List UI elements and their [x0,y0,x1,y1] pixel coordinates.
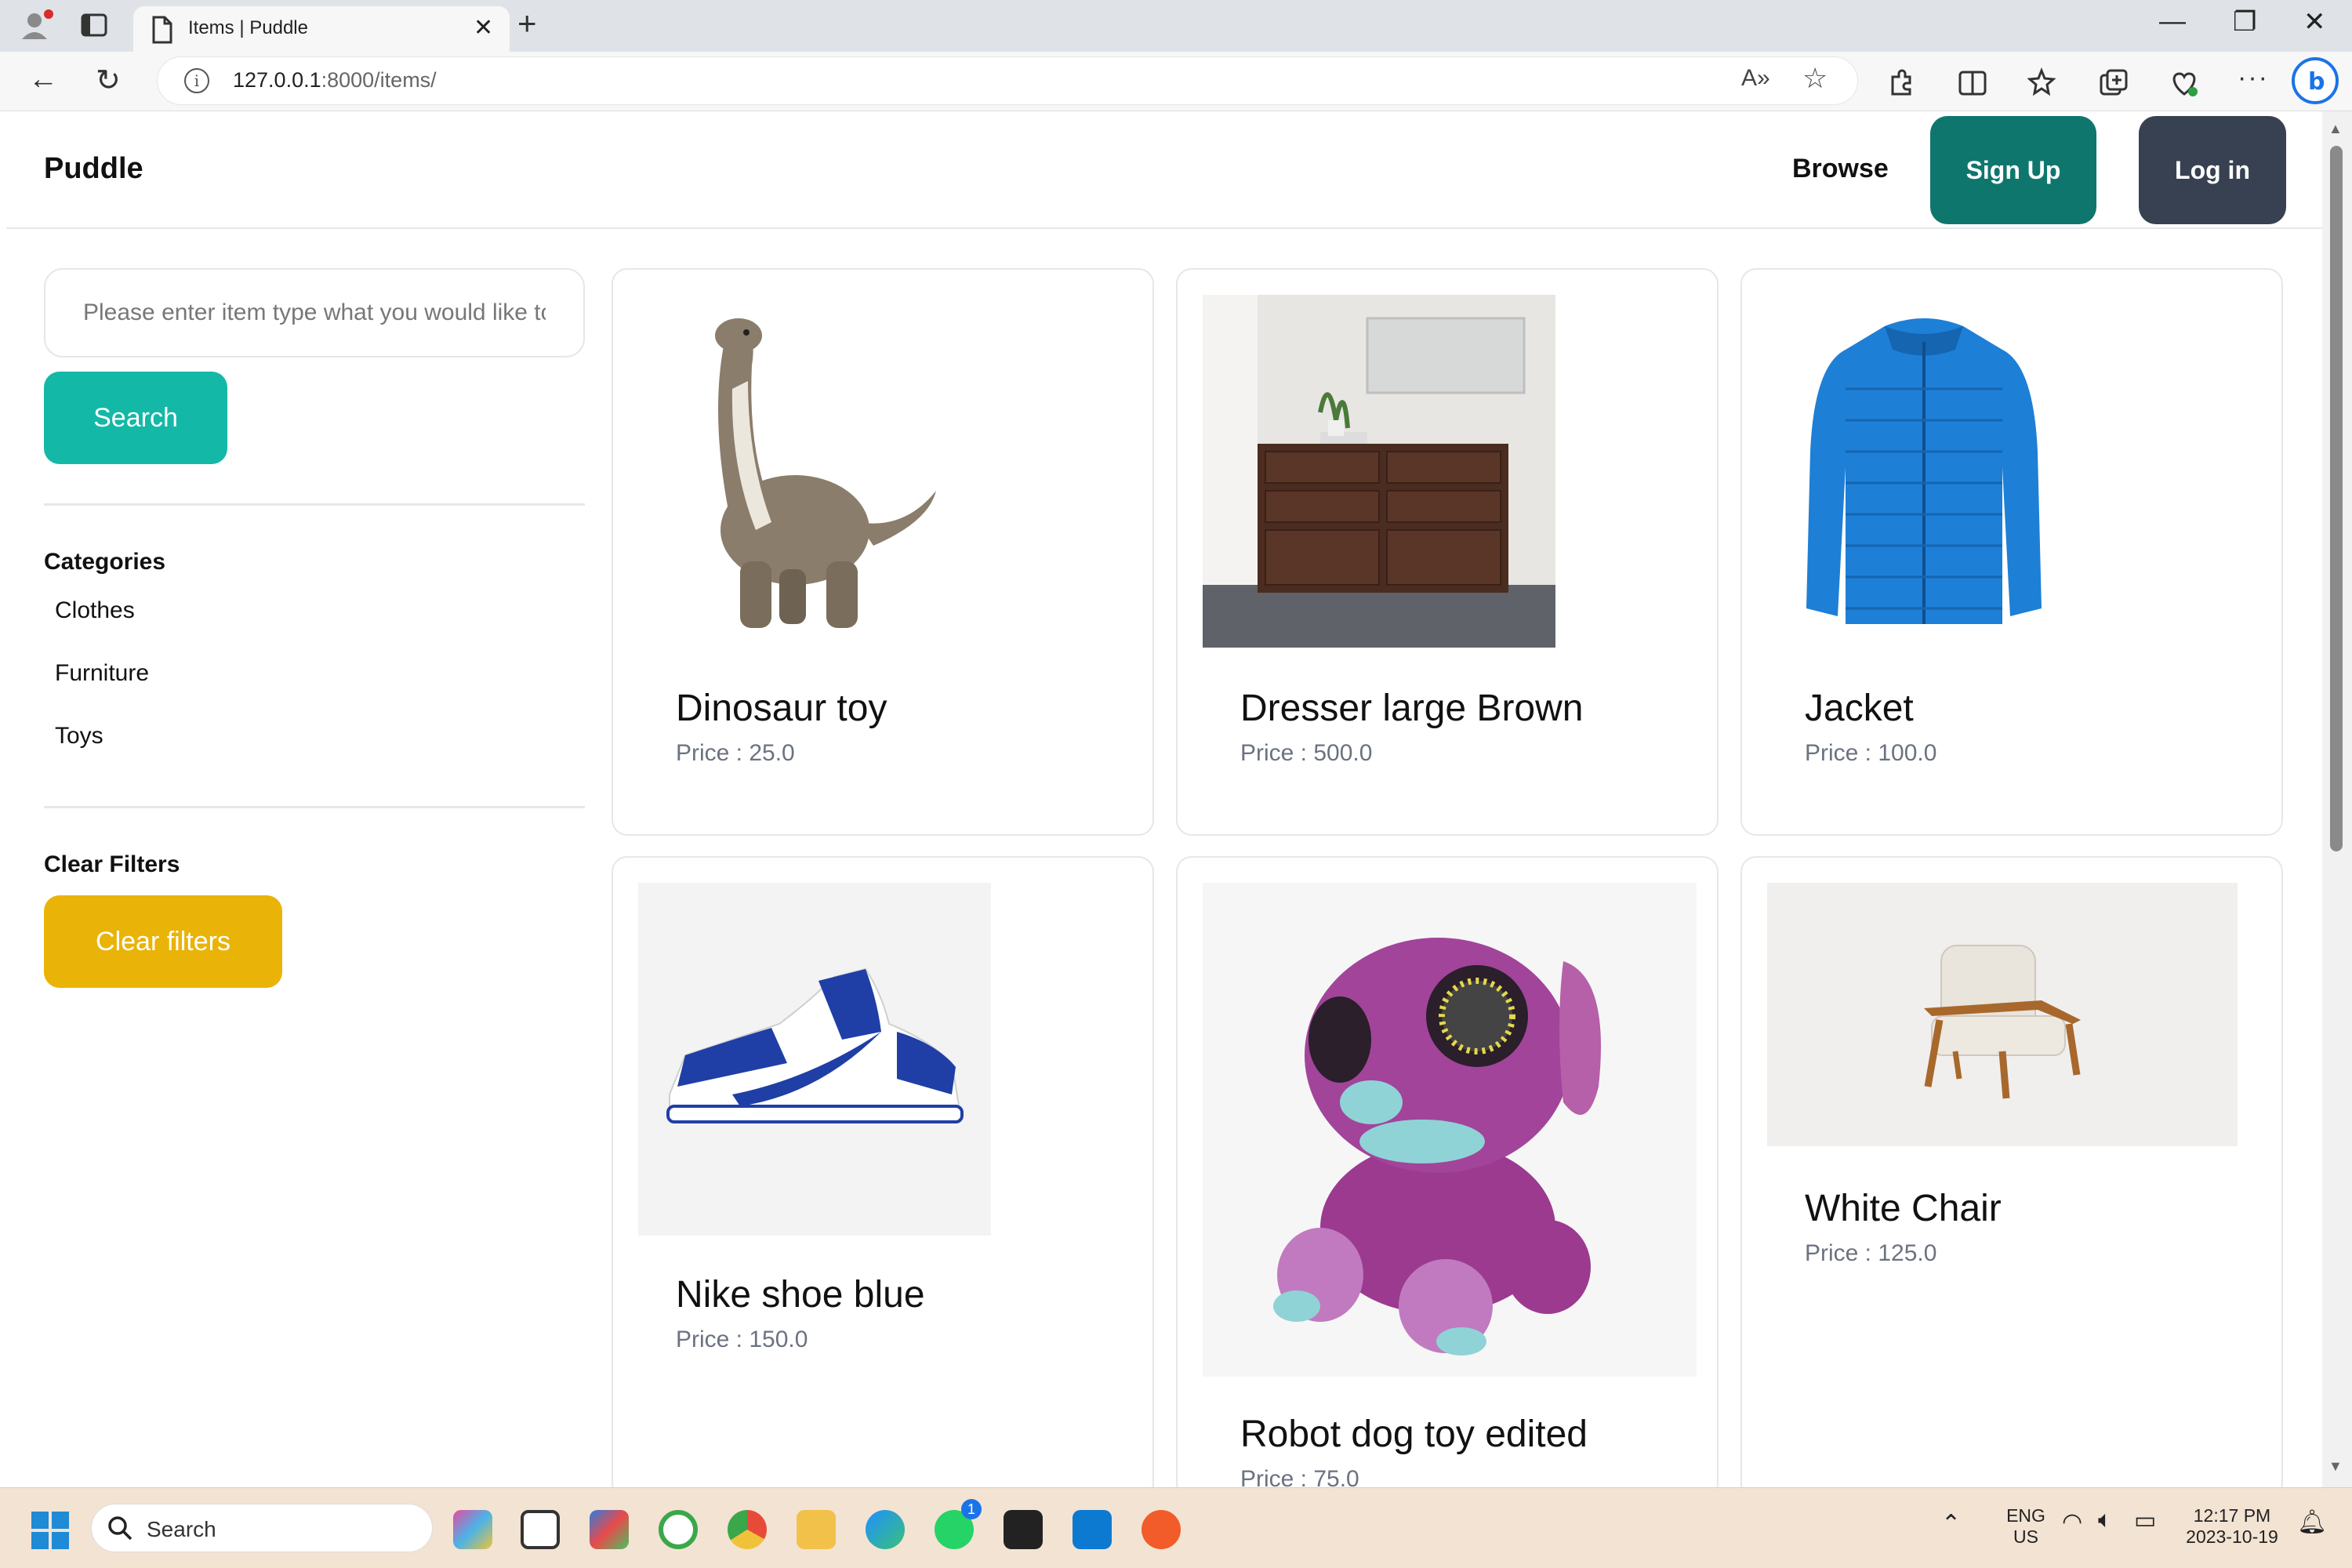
notification-bell-icon[interactable]: 🔔︎ [2297,1508,2327,1536]
item-name[interactable]: Robot dog toy edited [1240,1413,1588,1456]
item-price: Price : 150.0 [676,1327,808,1352]
item-card[interactable]: Dinosaur toy Price : 25.0 [612,268,1154,836]
draw-app-icon[interactable] [1142,1510,1181,1549]
nike-shoe-image [638,883,991,1236]
browse-link[interactable]: Browse [1792,154,1889,184]
browser-tab-items[interactable]: Items | Puddle ✕ [133,6,510,52]
robot-dog-image [1203,883,1697,1377]
browser-address-bar: ← ↻ i 127.0.0.1:8000/items/ A» ☆ ··· b [0,52,2352,111]
white-chair-image [1767,883,2238,1146]
categories-heading: Categories [44,549,166,575]
document-icon [151,16,174,48]
item-price: Price : 125.0 [1805,1240,1937,1266]
back-icon[interactable]: ← [28,63,58,96]
browser-tab-bar: Items | Puddle ✕ + — ❐ ✕ [0,0,2352,52]
read-aloud-icon[interactable]: A» [1741,65,1770,92]
collections-icon[interactable] [2098,67,2129,99]
scroll-up-icon[interactable]: ▲ [2328,121,2343,137]
windows-taskbar: Search 1 ⌃ ENG US ◠ 🔈︎ ▭ 12:17 PM 2023-1… [0,1487,2352,1568]
item-card[interactable]: Dresser large Brown Price : 500.0 [1176,268,1719,836]
split-screen-icon[interactable] [1957,67,1988,99]
sticky-notes-icon[interactable] [1004,1510,1043,1549]
item-price: Price : 25.0 [676,740,795,766]
url-field[interactable]: i 127.0.0.1:8000/items/ A» ☆ [157,56,1858,105]
item-name[interactable]: Nike shoe blue [676,1273,925,1316]
clear-filters-heading: Clear Filters [44,851,180,877]
item-card[interactable]: Jacket Price : 100.0 [1740,268,2283,836]
item-name[interactable]: Dresser large Brown [1240,687,1583,730]
site-navbar: Puddle Browse Sign Up Log in [6,111,2322,229]
url-text: 127.0.0.1:8000/items/ [233,68,437,92]
page-scrollbar[interactable]: ▲ ▼ [2322,111,2352,1487]
search-button[interactable]: Search [44,372,227,464]
item-card[interactable]: White Chair Price : 125.0 [1740,856,2283,1487]
category-toys[interactable]: Toys [55,723,103,750]
favorite-star-icon[interactable]: ☆ [1802,62,1828,95]
whatsapp-badge: 1 [961,1499,982,1519]
app-loader-icon[interactable] [659,1510,698,1549]
item-name[interactable]: Dinosaur toy [676,687,887,730]
clear-filters-button[interactable]: Clear filters [44,895,282,988]
category-furniture[interactable]: Furniture [55,660,149,687]
dresser-image [1203,295,1555,648]
taskbar-search-label: Search [147,1517,216,1541]
clock[interactable]: 12:17 PM 2023-10-19 [2173,1505,2291,1548]
profile-icon[interactable] [19,8,55,48]
task-view-icon[interactable] [521,1510,560,1549]
search-input[interactable] [44,268,585,358]
windows-start-icon[interactable] [31,1512,69,1549]
svg-text:b: b [2308,68,2325,96]
jacket-image [1767,295,2120,648]
volume-icon[interactable]: 🔈︎ [2098,1507,2112,1534]
battery-icon[interactable]: ▭ [2134,1507,2156,1534]
login-button[interactable]: Log in [2139,116,2286,224]
more-options-icon[interactable]: ··· [2238,63,2269,93]
divider [44,503,585,506]
taskbar-search[interactable]: Search [91,1504,433,1552]
item-price: Price : 500.0 [1240,740,1373,766]
item-price: Price : 75.0 [1240,1466,1359,1487]
microsoft-store-icon[interactable] [590,1510,629,1549]
dinosaur-toy-image [638,295,991,648]
edge-icon[interactable] [866,1510,905,1549]
item-card[interactable]: Nike shoe blue Price : 150.0 [612,856,1154,1487]
chrome-icon[interactable] [728,1510,767,1549]
item-price: Price : 100.0 [1805,740,1937,766]
search-icon [108,1516,132,1541]
category-clothes[interactable]: Clothes [55,597,135,624]
tab-actions-icon[interactable] [80,11,108,43]
browser-essentials-icon[interactable] [2169,67,2200,99]
item-card[interactable]: Robot dog toy edited Price : 75.0 [1176,856,1719,1487]
vscode-icon[interactable] [1073,1510,1112,1549]
item-name[interactable]: White Chair [1805,1187,2002,1230]
divider [44,806,585,808]
item-name[interactable]: Jacket [1805,687,1914,730]
tab-close-icon[interactable]: ✕ [474,14,493,42]
tab-title: Items | Puddle [188,17,308,38]
brand-logo[interactable]: Puddle [44,152,143,186]
language-indicator[interactable]: ENG US [1994,1505,2057,1548]
web-page: Puddle Browse Sign Up Log in Search Cate… [6,111,2322,1487]
show-hidden-icons-icon[interactable]: ⌃ [1941,1510,1961,1537]
site-info-icon[interactable]: i [184,68,209,93]
copilot-preview-icon[interactable] [453,1510,492,1549]
file-explorer-icon[interactable] [797,1510,836,1549]
new-tab-icon[interactable]: + [517,5,537,42]
extensions-icon[interactable] [1885,67,1916,99]
signup-button[interactable]: Sign Up [1930,116,2096,224]
refresh-icon[interactable]: ↻ [96,63,121,98]
minimize-icon[interactable]: — [2159,6,2186,37]
scroll-thumb[interactable] [2330,146,2343,851]
favorites-icon[interactable] [2027,67,2059,99]
scroll-down-icon[interactable]: ▼ [2328,1458,2343,1475]
close-window-icon[interactable]: ✕ [2303,6,2326,38]
wifi-icon[interactable]: ◠ [2062,1508,2082,1536]
restore-icon[interactable]: ❐ [2233,6,2256,38]
copilot-icon[interactable]: b [2291,56,2339,105]
